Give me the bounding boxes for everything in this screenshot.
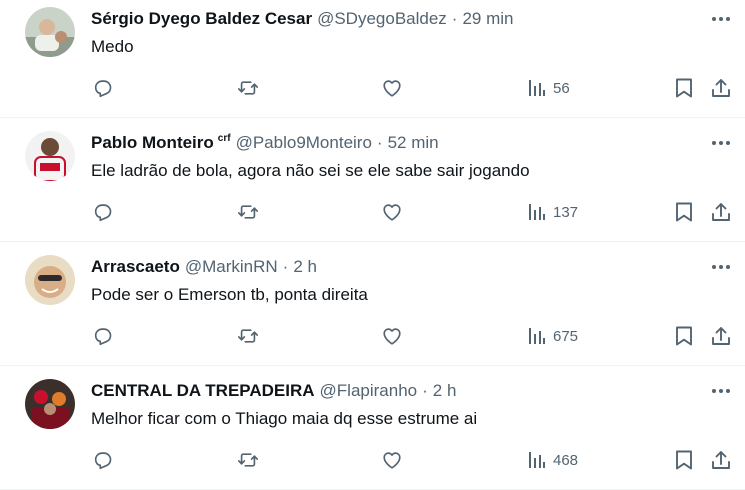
bookmark-button[interactable] (674, 324, 694, 348)
repost-button[interactable] (236, 448, 260, 472)
bookmark-icon (676, 450, 692, 470)
like-button[interactable] (381, 324, 403, 348)
tweet-header: Sérgio Dyego Baldez Cesar @SDyegoBaldez … (91, 7, 514, 31)
timestamp[interactable]: 2 h (293, 257, 317, 277)
separator-dot: · (376, 133, 383, 152)
share-icon (712, 203, 730, 221)
views-button[interactable]: 56 (527, 76, 570, 100)
tweet-card[interactable]: CENTRAL DA TREPADEIRA @Flapiranho · 2 h … (0, 366, 745, 490)
more-button[interactable] (708, 381, 734, 401)
bookmark-button[interactable] (674, 200, 694, 224)
separator-dot: · (451, 9, 458, 28)
reply-button[interactable] (92, 200, 114, 224)
reply-feed: Sérgio Dyego Baldez Cesar @SDyegoBaldez … (0, 0, 745, 490)
tweet-card[interactable]: Sérgio Dyego Baldez Cesar @SDyegoBaldez … (0, 0, 745, 118)
bookmark-icon (676, 326, 692, 346)
repost-button[interactable] (236, 200, 260, 224)
views-bar-chart-icon (529, 328, 545, 344)
tweet-card[interactable]: Pablo Monteiro crf @Pablo9Monteiro · 52 … (0, 118, 745, 242)
share-icon (712, 327, 730, 345)
ellipsis-icon (712, 265, 730, 269)
timestamp[interactable]: 2 h (433, 381, 457, 401)
views-button[interactable]: 675 (527, 324, 578, 348)
tweet-header: Arrascaeto @MarkinRN · 2 h (91, 255, 317, 279)
bookmark-icon (676, 78, 692, 98)
heart-icon (383, 204, 401, 221)
tweet-header: Pablo Monteiro crf @Pablo9Monteiro · 52 … (91, 131, 439, 155)
reply-button[interactable] (92, 324, 114, 348)
share-icon (712, 451, 730, 469)
views-count: 468 (553, 451, 579, 469)
avatar[interactable] (25, 255, 75, 305)
user-handle[interactable]: @Pablo9Monteiro (236, 133, 372, 153)
views-button[interactable]: 468 (527, 448, 578, 472)
repost-button[interactable] (236, 76, 260, 100)
display-name[interactable]: Pablo Monteiro (91, 133, 214, 153)
repost-icon (238, 205, 258, 219)
repost-icon (238, 453, 258, 467)
views-bar-chart-icon (529, 80, 545, 96)
share-button[interactable] (710, 200, 732, 224)
ellipsis-icon (712, 17, 730, 21)
tweet-header: CENTRAL DA TREPADEIRA @Flapiranho · 2 h (91, 379, 456, 403)
bookmark-button[interactable] (674, 76, 694, 100)
views-count: 56 (553, 79, 570, 97)
reply-icon (94, 328, 112, 346)
repost-button[interactable] (236, 324, 260, 348)
views-button[interactable]: 137 (527, 200, 578, 224)
reply-icon (94, 204, 112, 222)
display-name[interactable]: Arrascaeto (91, 257, 180, 277)
more-button[interactable] (708, 9, 734, 29)
more-button[interactable] (708, 133, 734, 153)
views-bar-chart-icon (529, 452, 545, 468)
share-icon (712, 79, 730, 97)
like-button[interactable] (381, 200, 403, 224)
display-name[interactable]: Sérgio Dyego Baldez Cesar (91, 9, 312, 29)
ellipsis-icon (712, 141, 730, 145)
share-button[interactable] (710, 324, 732, 348)
crf-badge: crf (217, 132, 231, 144)
tweet-text: Medo (91, 37, 134, 56)
like-button[interactable] (381, 76, 403, 100)
views-bar-chart-icon (529, 204, 545, 220)
share-button[interactable] (710, 448, 732, 472)
reply-button[interactable] (92, 76, 114, 100)
timestamp[interactable]: 29 min (462, 9, 513, 29)
timestamp[interactable]: 52 min (388, 133, 439, 153)
user-handle[interactable]: @SDyegoBaldez (317, 9, 447, 29)
tweet-text: Ele ladrão de bola, agora não sei se ele… (91, 161, 530, 180)
views-count: 137 (553, 203, 579, 221)
ellipsis-icon (712, 389, 730, 393)
heart-icon (383, 328, 401, 345)
user-handle[interactable]: @MarkinRN (185, 257, 278, 277)
heart-icon (383, 452, 401, 469)
share-button[interactable] (710, 76, 732, 100)
display-name[interactable]: CENTRAL DA TREPADEIRA (91, 381, 315, 401)
avatar[interactable] (25, 379, 75, 429)
repost-icon (238, 81, 258, 95)
bookmark-button[interactable] (674, 448, 694, 472)
bookmark-icon (676, 202, 692, 222)
repost-icon (238, 329, 258, 343)
views-count: 675 (553, 327, 579, 345)
reply-button[interactable] (92, 448, 114, 472)
separator-dot: · (422, 381, 428, 400)
tweet-card[interactable]: Arrascaeto @MarkinRN · 2 h Pode ser o Em… (0, 242, 745, 366)
more-button[interactable] (708, 257, 734, 277)
heart-icon (383, 80, 401, 97)
like-button[interactable] (381, 448, 403, 472)
separator-dot: · (282, 257, 289, 276)
avatar[interactable] (25, 7, 75, 57)
tweet-text: Pode ser o Emerson tb, ponta direita (91, 285, 368, 304)
user-handle[interactable]: @Flapiranho (320, 381, 418, 401)
avatar[interactable] (25, 131, 75, 181)
reply-icon (94, 452, 112, 470)
tweet-text: Melhor ficar com o Thiago maia dq esse e… (91, 409, 478, 428)
reply-icon (94, 80, 112, 98)
